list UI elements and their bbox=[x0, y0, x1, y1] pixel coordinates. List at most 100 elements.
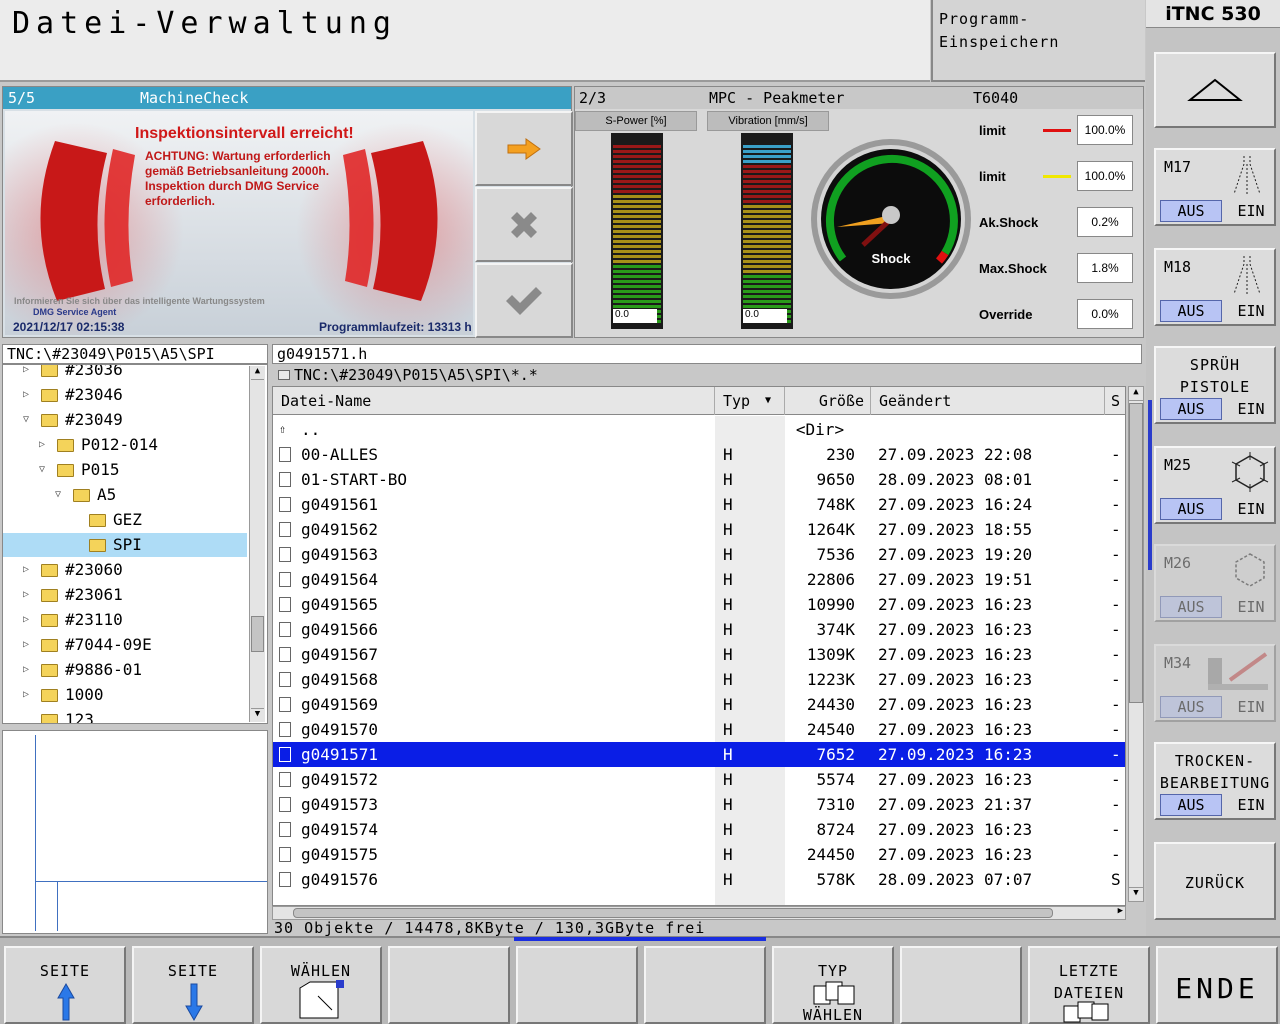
tree-item[interactable]: ▷ #23110 bbox=[3, 608, 247, 632]
arrow-right-icon bbox=[507, 137, 541, 160]
file-row[interactable]: g0491564 H 22806 27.09.2023 19:51 - bbox=[273, 567, 1125, 592]
file-row[interactable]: 01-START-BO H 9650 28.09.2023 08:01 - bbox=[273, 467, 1125, 492]
softkey-letzte-dateien[interactable]: LETZTE DATEIEN bbox=[1028, 946, 1150, 1024]
file-row[interactable]: g0491575 H 24450 27.09.2023 16:23 - bbox=[273, 842, 1125, 867]
softkey-m26[interactable]: M26 AUS EIN bbox=[1154, 544, 1276, 622]
file-row[interactable]: g0491566 H 374K 27.09.2023 16:23 - bbox=[273, 617, 1125, 642]
file-row[interactable]: g0491574 H 8724 27.09.2023 16:23 - bbox=[273, 817, 1125, 842]
softkey-page-down[interactable]: SEITE bbox=[132, 946, 254, 1024]
collapsed-icon[interactable]: ▷ bbox=[23, 633, 29, 657]
collapsed-icon[interactable]: ▷ bbox=[23, 383, 29, 407]
softkey-waehlen[interactable]: WÄHLEN bbox=[260, 946, 382, 1024]
collapsed-icon[interactable]: ▷ bbox=[23, 583, 29, 607]
meter-segment bbox=[613, 170, 661, 173]
tree-item[interactable]: ▷ 1000 bbox=[3, 683, 247, 707]
file-list-hscrollbar[interactable]: ▶ bbox=[272, 906, 1126, 920]
dismiss-button[interactable] bbox=[475, 187, 573, 262]
tree-item[interactable]: ▷ #7044-09E bbox=[3, 633, 247, 657]
scroll-down-icon[interactable]: ▼ bbox=[1129, 887, 1143, 901]
file-row[interactable]: g0491576 H 578K 28.09.2023 07:07 S bbox=[273, 867, 1125, 892]
col-filename[interactable]: Datei-Name bbox=[273, 387, 715, 415]
collapsed-icon[interactable]: ▷ bbox=[23, 558, 29, 582]
softkey-trockenbearbeitung[interactable]: TROCKEN- BEARBEITUNG AUS EIN bbox=[1154, 742, 1276, 820]
softkey-m17[interactable]: M17 AUS EIN bbox=[1154, 148, 1276, 226]
tree-item[interactable]: 123 bbox=[3, 708, 247, 723]
file-row[interactable]: g0491563 H 7536 27.09.2023 19:20 - bbox=[273, 542, 1125, 567]
scroll-down-icon[interactable]: ▼ bbox=[251, 708, 264, 722]
scroll-up-icon[interactable]: ▲ bbox=[251, 366, 264, 380]
softkey-m34[interactable]: M34 AUS EIN bbox=[1154, 644, 1276, 722]
file-row[interactable]: g0491568 H 1223K 27.09.2023 16:23 - bbox=[273, 667, 1125, 692]
file-row[interactable]: g0491567 H 1309K 27.09.2023 16:23 - bbox=[273, 642, 1125, 667]
tree-item[interactable]: ▽ A5 bbox=[3, 483, 247, 507]
directory-tree[interactable]: ▷ #23036 ▷ #23046 ▽ #23049 ▷ P012-014 ▽ P015 ▽ A5 GE… bbox=[2, 364, 268, 724]
col-type[interactable]: Typ ▼ bbox=[715, 387, 785, 415]
softkey-m18[interactable]: M18 AUS EIN bbox=[1154, 248, 1276, 326]
softkey-empty-2[interactable] bbox=[516, 946, 638, 1024]
file-status: - bbox=[1111, 620, 1121, 639]
file-row[interactable]: g0491561 H 748K 27.09.2023 16:24 - bbox=[273, 492, 1125, 517]
collapsed-icon[interactable]: ▷ bbox=[23, 683, 29, 707]
tree-item[interactable]: GEZ bbox=[3, 508, 247, 532]
expanded-icon[interactable]: ▽ bbox=[23, 408, 29, 432]
file-row[interactable]: g0491571 H 7652 27.09.2023 16:23 - bbox=[273, 742, 1125, 767]
tree-scroll-thumb[interactable] bbox=[251, 616, 264, 652]
file-row[interactable]: g0491565 H 10990 27.09.2023 16:23 - bbox=[273, 592, 1125, 617]
file-row[interactable]: 00-ALLES H 230 27.09.2023 22:08 - bbox=[273, 442, 1125, 467]
collapsed-icon[interactable]: ▷ bbox=[23, 365, 29, 382]
tree-item[interactable]: ▷ #23061 bbox=[3, 583, 247, 607]
tree-item[interactable]: ▷ P012-014 bbox=[3, 433, 247, 457]
current-filename[interactable]: g0491571.h bbox=[272, 344, 1142, 364]
m17-ein: EIN bbox=[1237, 202, 1265, 220]
col-status[interactable]: S bbox=[1105, 387, 1125, 415]
file-type: H bbox=[723, 445, 733, 464]
tree-item[interactable]: ▽ #23049 bbox=[3, 408, 247, 432]
hscroll-thumb[interactable] bbox=[293, 908, 1053, 918]
next-button[interactable] bbox=[475, 111, 573, 186]
expanded-icon[interactable]: ▽ bbox=[55, 483, 61, 507]
limit-red-label: limit bbox=[979, 123, 1006, 138]
confirm-button[interactable] bbox=[475, 263, 573, 338]
coolant-spray-icon bbox=[1233, 156, 1261, 195]
softkey-zurueck[interactable]: ZURÜCK bbox=[1154, 842, 1276, 920]
softkey-up[interactable] bbox=[1154, 52, 1276, 128]
col-changed[interactable]: Geändert bbox=[871, 387, 1105, 415]
expanded-icon[interactable]: ▽ bbox=[39, 458, 45, 482]
tree-scrollbar[interactable]: ▲ ▼ bbox=[249, 366, 265, 722]
tree-item[interactable]: ▷ #23060 bbox=[3, 558, 247, 582]
col-size[interactable]: Größe bbox=[785, 387, 871, 415]
file-row[interactable]: g0491570 H 24540 27.09.2023 16:23 - bbox=[273, 717, 1125, 742]
tree-item[interactable]: SPI bbox=[3, 533, 247, 557]
machinecheck-titlebar: 5/5 MachineCheck bbox=[3, 87, 571, 109]
scroll-right-icon[interactable]: ▶ bbox=[1118, 906, 1123, 916]
tree-item[interactable]: ▷ #9886-01 bbox=[3, 658, 247, 682]
collapsed-icon[interactable]: ▷ bbox=[39, 433, 45, 457]
folder-icon bbox=[41, 589, 58, 602]
tree-item[interactable]: ▷ #23046 bbox=[3, 383, 247, 407]
softkey-empty-4[interactable] bbox=[900, 946, 1022, 1024]
file-row[interactable]: ⇧.. <Dir> bbox=[273, 417, 1125, 442]
file-row[interactable]: g0491562 H 1264K 27.09.2023 18:55 - bbox=[273, 517, 1125, 542]
file-scroll-thumb[interactable] bbox=[1129, 403, 1143, 703]
tree-item[interactable]: ▷ #23036 bbox=[3, 365, 247, 382]
collapsed-icon[interactable]: ▷ bbox=[23, 608, 29, 632]
file-row[interactable]: g0491569 H 24430 27.09.2023 16:23 - bbox=[273, 692, 1125, 717]
file-icon bbox=[279, 572, 291, 587]
softkey-empty-3[interactable] bbox=[644, 946, 766, 1024]
meter-segment bbox=[613, 200, 661, 203]
tree-item[interactable]: ▽ P015 bbox=[3, 458, 247, 482]
softkey-page-up[interactable]: SEITE bbox=[4, 946, 126, 1024]
m17-aus: AUS bbox=[1160, 200, 1222, 222]
softkey-empty-1[interactable] bbox=[388, 946, 510, 1024]
scroll-up-icon[interactable]: ▲ bbox=[1129, 387, 1143, 401]
softkey-m25[interactable]: M25 AUS EIN bbox=[1154, 446, 1276, 524]
file-row[interactable]: g0491572 H 5574 27.09.2023 16:23 - bbox=[273, 767, 1125, 792]
collapsed-icon[interactable]: ▷ bbox=[23, 658, 29, 682]
file-row[interactable]: g0491573 H 7310 27.09.2023 21:37 - bbox=[273, 792, 1125, 817]
file-name: .. bbox=[301, 420, 321, 439]
file-list-scrollbar[interactable]: ▲ ▼ bbox=[1128, 386, 1144, 902]
softkey-typ-waehlen[interactable]: TYP WÄHLEN bbox=[772, 946, 894, 1024]
file-list[interactable]: Datei-Name Typ ▼ Größe Geändert S ⇧.. <Dir… bbox=[272, 386, 1126, 906]
softkey-spruehpistole[interactable]: SPRÜH PISTOLE AUS EIN bbox=[1154, 346, 1276, 424]
softkey-ende[interactable]: ENDE bbox=[1156, 946, 1278, 1024]
